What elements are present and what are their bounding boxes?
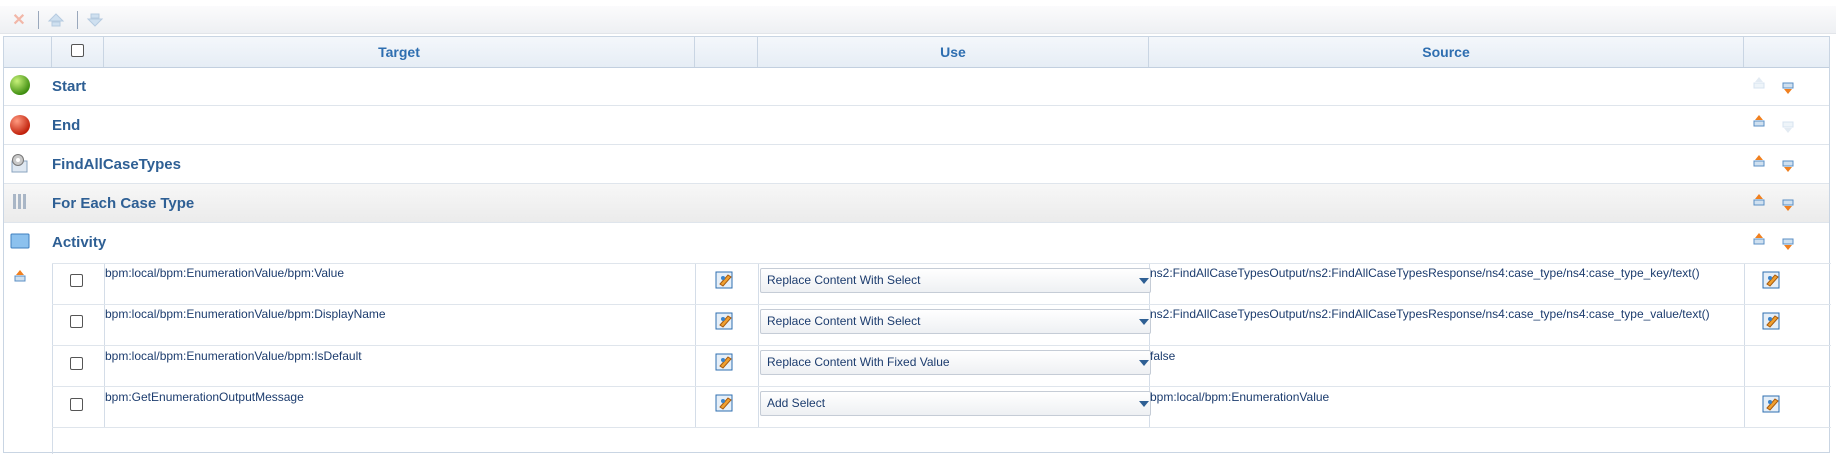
section-row-end[interactable]: End: [4, 106, 1829, 145]
edit-target-icon[interactable]: [715, 311, 735, 331]
section-label: End: [52, 117, 81, 134]
row-checkbox[interactable]: [70, 357, 83, 370]
move-up-icon[interactable]: [1748, 228, 1770, 250]
edit-target-icon[interactable]: [715, 352, 735, 372]
use-select[interactable]: Replace Content With Fixed Value: [760, 350, 1151, 375]
edit-target-icon[interactable]: [715, 393, 735, 413]
move-up-icon[interactable]: [9, 265, 31, 287]
move-up-icon[interactable]: [1748, 110, 1770, 132]
use-select-value: Replace Content With Select: [767, 314, 921, 328]
use-select-value: Add Select: [767, 396, 826, 410]
chevron-down-icon: [1139, 319, 1149, 325]
move-up-icon[interactable]: [1748, 150, 1770, 172]
loop-icon: [9, 191, 31, 213]
section-row-findallcasetypes[interactable]: FindAllCaseTypes: [4, 145, 1829, 184]
toolbar-separator: [38, 11, 39, 29]
source-value: false: [1150, 349, 1176, 363]
grid-header: Target Use Source: [4, 37, 1829, 68]
use-select-value: Replace Content With Fixed Value: [767, 355, 950, 369]
start-green-icon: [9, 74, 31, 96]
edit-source-icon[interactable]: [1762, 394, 1782, 414]
toolbar-separator: [77, 11, 78, 29]
header-select-all: [52, 37, 104, 67]
header-icon-col: [4, 37, 52, 67]
source-path: ns2:FindAllCaseTypesOutput/ns2:FindAllCa…: [1150, 266, 1700, 280]
delete-x-icon[interactable]: ✕: [9, 10, 29, 30]
move-up-icon[interactable]: [46, 10, 66, 30]
target-path: bpm:local/bpm:EnumerationValue/bpm:IsDef…: [105, 349, 362, 363]
move-down-icon[interactable]: [1777, 77, 1799, 99]
header-target[interactable]: Target: [104, 37, 695, 67]
header-source[interactable]: Source: [1149, 37, 1744, 67]
use-select[interactable]: Replace Content With Select: [760, 268, 1151, 293]
use-select[interactable]: Replace Content With Select: [760, 309, 1151, 334]
service-gear-icon: [9, 152, 31, 174]
target-path: bpm:GetEnumerationOutputMessage: [105, 390, 304, 404]
section-row-activity[interactable]: Activity: [4, 223, 1829, 263]
source-path: bpm:local/bpm:EnumerationValue: [1150, 390, 1330, 404]
section-row-for-each-case-type[interactable]: For Each Case Type: [4, 184, 1829, 223]
source-path: ns2:FindAllCaseTypesOutput/ns2:FindAllCa…: [1150, 307, 1710, 321]
chevron-down-icon: [1139, 278, 1149, 284]
section-label: FindAllCaseTypes: [52, 156, 181, 173]
move-down-icon[interactable]: [1777, 155, 1799, 177]
move-up-icon: [1748, 72, 1770, 94]
end-red-icon: [9, 114, 31, 136]
target-path: bpm:local/bpm:EnumerationValue/bpm:Value: [105, 266, 345, 280]
use-select-value: Replace Content With Select: [767, 273, 921, 287]
edit-source-icon[interactable]: [1762, 311, 1782, 331]
mapping-row-end: [52, 427, 1831, 428]
mapping-grid: Target Use Source Start End FindAllCaseT…: [3, 36, 1831, 454]
row-checkbox[interactable]: [70, 315, 83, 328]
use-select[interactable]: Add Select: [760, 391, 1151, 416]
row-checkbox[interactable]: [70, 274, 83, 287]
chevron-down-icon: [1139, 360, 1149, 366]
select-all-checkbox[interactable]: [71, 44, 84, 57]
target-path: bpm:local/bpm:EnumerationValue/bpm:Displ…: [105, 307, 386, 321]
section-row-start[interactable]: Start: [4, 67, 1829, 106]
move-down-icon[interactable]: [1777, 194, 1799, 216]
section-label: For Each Case Type: [52, 195, 195, 212]
toolbar: ✕: [0, 6, 1836, 34]
chevron-down-icon: [1139, 401, 1149, 407]
header-edit-col: [695, 37, 758, 67]
edit-target-icon[interactable]: [715, 270, 735, 290]
move-down-icon[interactable]: [1777, 233, 1799, 255]
move-down-icon[interactable]: [85, 10, 105, 30]
header-actions-col: [1744, 37, 1831, 67]
activity-icon: [9, 230, 31, 252]
row-checkbox[interactable]: [70, 398, 83, 411]
edit-source-icon[interactable]: [1762, 270, 1782, 290]
section-label: Start: [52, 78, 87, 95]
section-label: Activity: [52, 234, 107, 251]
move-down-icon: [1777, 116, 1799, 138]
move-up-icon[interactable]: [1748, 189, 1770, 211]
header-use[interactable]: Use: [758, 37, 1149, 67]
